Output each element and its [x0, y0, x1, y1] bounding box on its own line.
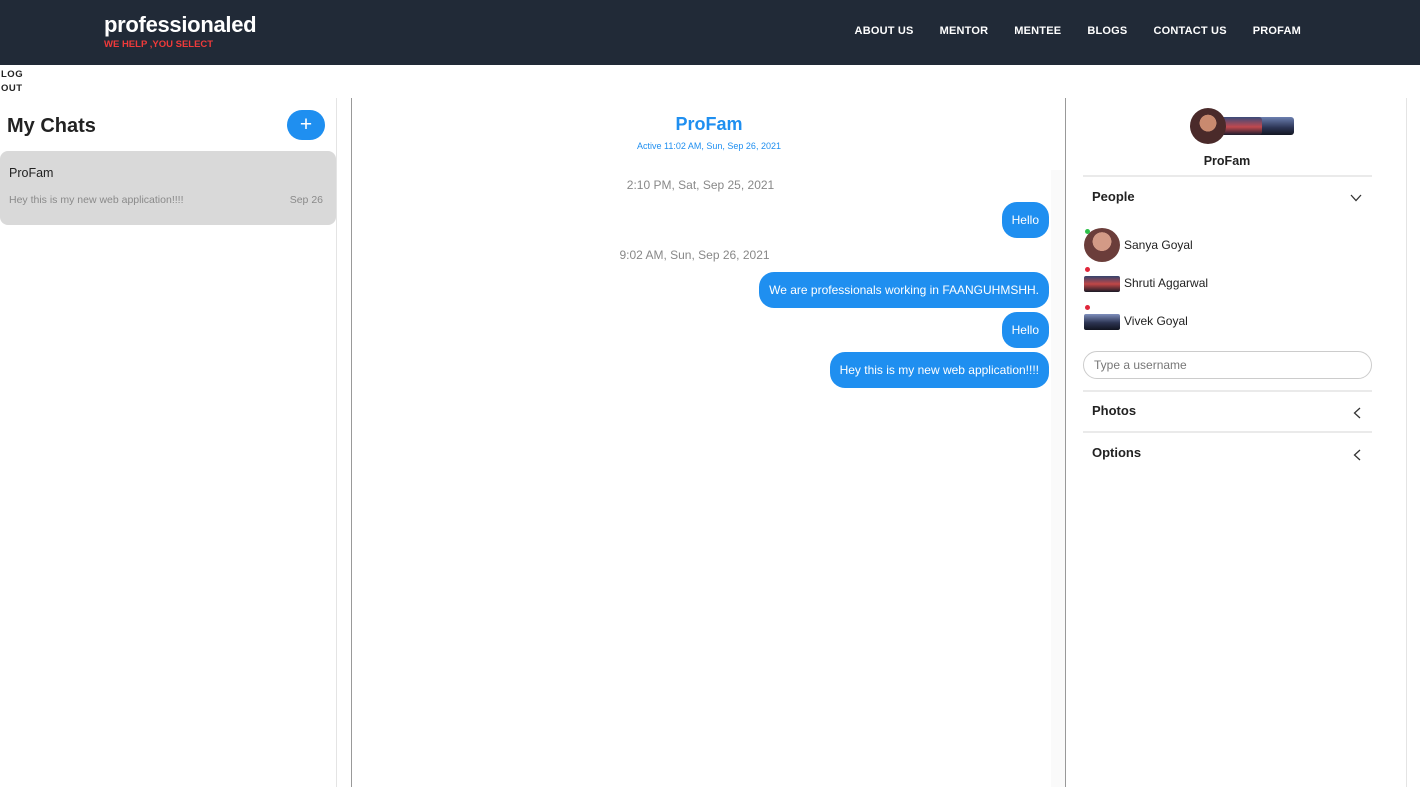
message-row: Hello [352, 312, 1049, 348]
section-divider [1083, 390, 1372, 392]
logout-button[interactable]: LOG OUT [1, 68, 31, 96]
people-section-header[interactable]: People [1092, 189, 1135, 204]
chat-settings-title: ProFam [1203, 154, 1251, 168]
offline-status-dot [1085, 305, 1090, 310]
nav-blogs[interactable]: BLOGS [1087, 25, 1127, 37]
brand-name: professionaled [104, 12, 257, 37]
message-list: 2:10 PM, Sat, Sep 25, 2021 Hello 9:02 AM… [352, 170, 1049, 388]
nav-contact-us[interactable]: CONTACT US [1153, 25, 1226, 37]
chat-list-title: My Chats [7, 115, 96, 137]
avatar [1084, 314, 1120, 330]
chat-avatar-group [1190, 108, 1294, 144]
chevron-down-icon[interactable] [1350, 194, 1362, 202]
online-status-dot [1085, 229, 1090, 234]
new-chat-button[interactable]: + [287, 110, 325, 140]
person-row[interactable]: Shruti Aggarwal [1084, 266, 1334, 300]
brand-tagline: WE HELP ,YOU SELECT [104, 39, 214, 50]
person-name: Sanya Goyal [1124, 238, 1193, 252]
nav-links: ABOUT US MENTOR MENTEE BLOGS CONTACT US … [855, 25, 1301, 37]
brand-logo[interactable]: professionaled WE HELP ,YOU SELECT [104, 12, 257, 50]
avatar [1084, 276, 1120, 292]
section-divider [1083, 431, 1372, 433]
photos-section-header[interactable]: Photos [1092, 403, 1136, 418]
feed-scrollbar[interactable] [1051, 170, 1065, 787]
avatar [1220, 117, 1262, 135]
chevron-left-icon[interactable] [1353, 449, 1361, 461]
chat-feed-title: ProFam [675, 114, 743, 134]
section-divider [1083, 175, 1372, 177]
nav-mentee[interactable]: MENTEE [1014, 25, 1061, 37]
chat-card-profam[interactable]: ProFam Hey this is my new web applicatio… [0, 151, 336, 225]
chat-list-panel: My Chats + ProFam Hey this is my new web… [0, 98, 337, 787]
message-bubble: Hello [1001, 202, 1049, 238]
navbar: professionaled WE HELP ,YOU SELECT ABOUT… [0, 0, 1420, 65]
add-person-input[interactable] [1083, 351, 1372, 379]
person-name: Vivek Goyal [1124, 314, 1188, 328]
offline-status-dot [1085, 267, 1090, 272]
nav-profam[interactable]: PROFAM [1253, 25, 1301, 37]
message-timestamp: 2:10 PM, Sat, Sep 25, 2021 [626, 178, 775, 192]
nav-mentor[interactable]: MENTOR [940, 25, 989, 37]
person-name: Shruti Aggarwal [1124, 276, 1209, 290]
chat-card-preview: Hey this is my new web application!!!! [9, 194, 184, 206]
chat-card-date: Sep 26 [289, 194, 323, 206]
message-row: Hey this is my new web application!!!! [352, 352, 1049, 388]
message-timestamp: 9:02 AM, Sun, Sep 26, 2021 [619, 248, 770, 262]
chat-card-name: ProFam [9, 166, 54, 180]
person-row[interactable]: Vivek Goyal [1084, 304, 1334, 338]
message-bubble: Hey this is my new web application!!!! [829, 352, 1049, 388]
message-row: We are professionals working in FAANGUHM… [352, 272, 1049, 308]
options-section-header[interactable]: Options [1092, 445, 1141, 460]
message-bubble: Hello [1001, 312, 1049, 348]
person-row[interactable]: Sanya Goyal [1084, 228, 1334, 262]
message-row: Hello [352, 202, 1049, 238]
chat-settings-panel: ProFam People Sanya Goyal Shruti Aggarwa… [1066, 98, 1407, 787]
message-bubble: We are professionals working in FAANGUHM… [759, 272, 1049, 308]
nav-about-us[interactable]: ABOUT US [855, 25, 914, 37]
avatar [1190, 108, 1226, 144]
chat-feed-panel: ProFam Active 11:02 AM, Sun, Sep 26, 202… [351, 98, 1066, 787]
chevron-left-icon[interactable] [1353, 407, 1361, 419]
chat-feed-active-status: Active 11:02 AM, Sun, Sep 26, 2021 [637, 141, 781, 151]
